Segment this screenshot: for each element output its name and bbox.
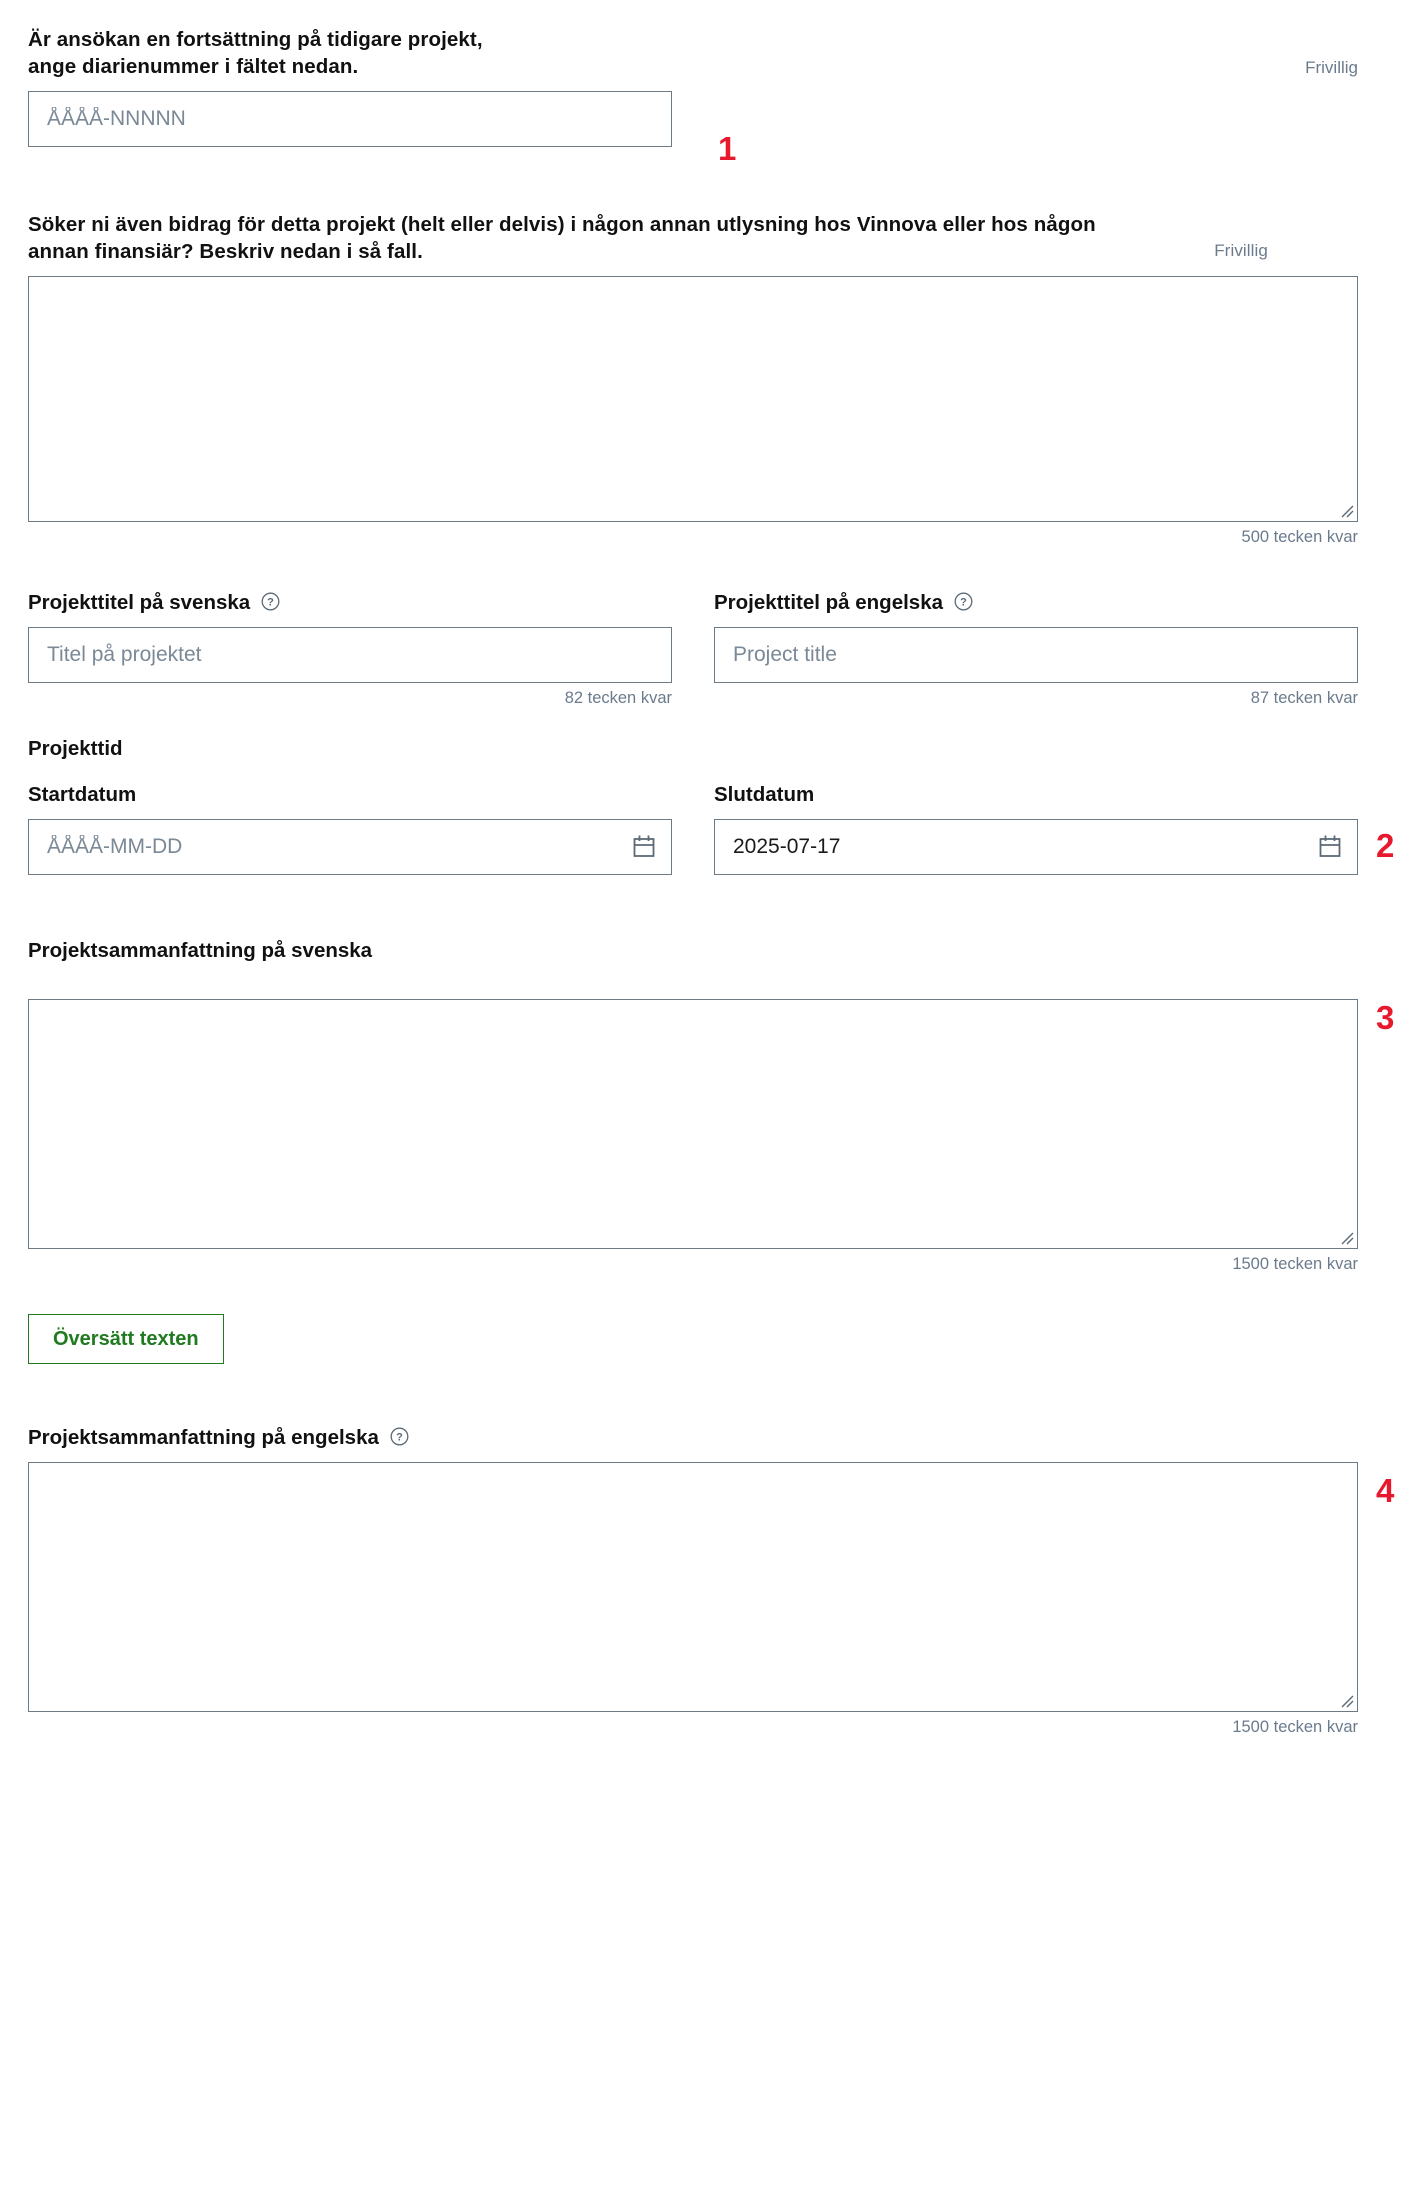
translate-button-row: Översätt texten [28,1314,1358,1365]
slutdatum-label: Slutdatum [714,782,815,806]
annan-finansiering-label: Söker ni även bidrag för detta projekt (… [28,211,1268,266]
projekttid-heading: Projekttid [28,736,123,760]
svg-text:?: ? [267,597,274,609]
form-content-wrapper: Är ansökan en fortsättning på tidigare p… [28,26,1394,1737]
startdatum-label: Startdatum [28,782,137,806]
field-annan-finansiering: Söker ni även bidrag för detta projekt (… [28,211,1358,545]
diarienummer-label-line1: Är ansökan en fortsättning på tidigare p… [28,28,483,51]
help-circle-icon[interactable]: ? [261,592,280,611]
projekttitel-engelska-label: Projekttitel på engelska [714,591,944,615]
field-sammanfattning-svenska: Projektsammanfattning på svenska 1500 te… [28,938,1394,1273]
annan-finansiering-counter: 500 tecken kvar [1241,527,1358,546]
slutdatum-col: Slutdatum [714,783,1358,875]
annan-finansiering-label-line1: Söker ni även bidrag för detta projekt (… [28,212,1096,236]
diarienummer-optional-tag: Frivillig [1305,57,1358,77]
projekttitel-svenska-col: Projekttitel på svenska ? 82 tecken kvar [28,591,672,707]
projekttid-columns: Startdatum S [28,783,1358,875]
diarienummer-input-col [28,90,672,147]
projekttitel-engelska-col: Projekttitel på engelska ? 87 tecken kva… [714,591,1358,707]
help-circle-icon[interactable]: ? [954,592,973,611]
projekttitel-engelska-counter: 87 tecken kvar [1250,689,1358,708]
sammanfattning-svenska-textarea[interactable] [28,998,1358,1249]
slutdatum-input[interactable] [714,818,1358,875]
help-circle-icon[interactable]: ? [390,1427,409,1446]
svg-text:?: ? [396,1432,403,1444]
projekttitel-svenska-label: Projekttitel på svenska [28,591,251,615]
application-form-page: Är ansökan en fortsättning på tidigare p… [0,0,1414,2210]
annan-finansiering-optional-tag: Frivillig [1214,241,1268,261]
field-sammanfattning-engelska: Projektsammanfattning på engelska ? 1500… [28,1426,1394,1737]
sammanfattning-svenska-textarea-shell [28,998,1358,1249]
projekttitel-engelska-label-row: Projekttitel på engelska ? [714,591,1358,615]
field-projekttitlar: Projekttitel på svenska ? 82 tecken kvar [28,591,1358,707]
field-diarienummer: Är ansökan en fortsättning på tidigare p… [28,26,1358,165]
diarienummer-label: Är ansökan en fortsättning på tidigare p… [28,26,483,81]
projekttitel-svenska-counter: 82 tecken kvar [564,689,672,708]
startdatum-col: Startdatum [28,783,672,875]
projekttitlar-columns: Projekttitel på svenska ? 82 tecken kvar [28,591,1358,707]
sammanfattning-engelska-textarea-shell [28,1462,1358,1713]
sammanfattning-svenska-counter: 1500 tecken kvar [1232,1254,1358,1273]
marker-4: 4 [1376,1472,1395,1510]
annan-finansiering-label-line2: annan finansiär? Beskriv nedan i så fall… [28,240,423,264]
startdatum-input[interactable] [28,818,672,875]
startdatum-shell [28,818,672,875]
sammanfattning-engelska-label-row: Projektsammanfattning på engelska ? [28,1426,1358,1450]
translate-text-button[interactable]: Översätt texten [28,1314,224,1365]
slutdatum-shell [714,818,1358,875]
annan-finansiering-textarea-shell [28,275,1358,522]
projekttitel-engelska-input[interactable] [714,627,1358,684]
sammanfattning-svenska-label: Projektsammanfattning på svenska [28,938,373,962]
projekttitel-svenska-input[interactable] [28,627,672,684]
projekttitel-svenska-label-row: Projekttitel på svenska ? [28,591,672,615]
diarienummer-input[interactable] [28,90,672,147]
marker-3: 3 [1376,998,1395,1036]
field-projekttid: Projekttid Startdatum ÅÅÅÅ-MM-DD Slutdat… [28,736,1394,875]
sammanfattning-engelska-counter: 1500 tecken kvar [1232,1718,1358,1737]
diarienummer-label-row: Är ansökan en fortsättning på tidigare p… [28,26,1358,81]
marker-1: 1 [718,130,737,167]
svg-text:?: ? [960,597,967,609]
annan-finansiering-textarea[interactable] [28,275,1358,522]
sammanfattning-engelska-textarea[interactable] [28,1462,1358,1713]
marker-2: 2 [1376,826,1395,864]
diarienummer-label-line2: ange diarienummer i fältet nedan. [28,55,359,79]
sammanfattning-engelska-label: Projektsammanfattning på engelska [28,1426,379,1450]
